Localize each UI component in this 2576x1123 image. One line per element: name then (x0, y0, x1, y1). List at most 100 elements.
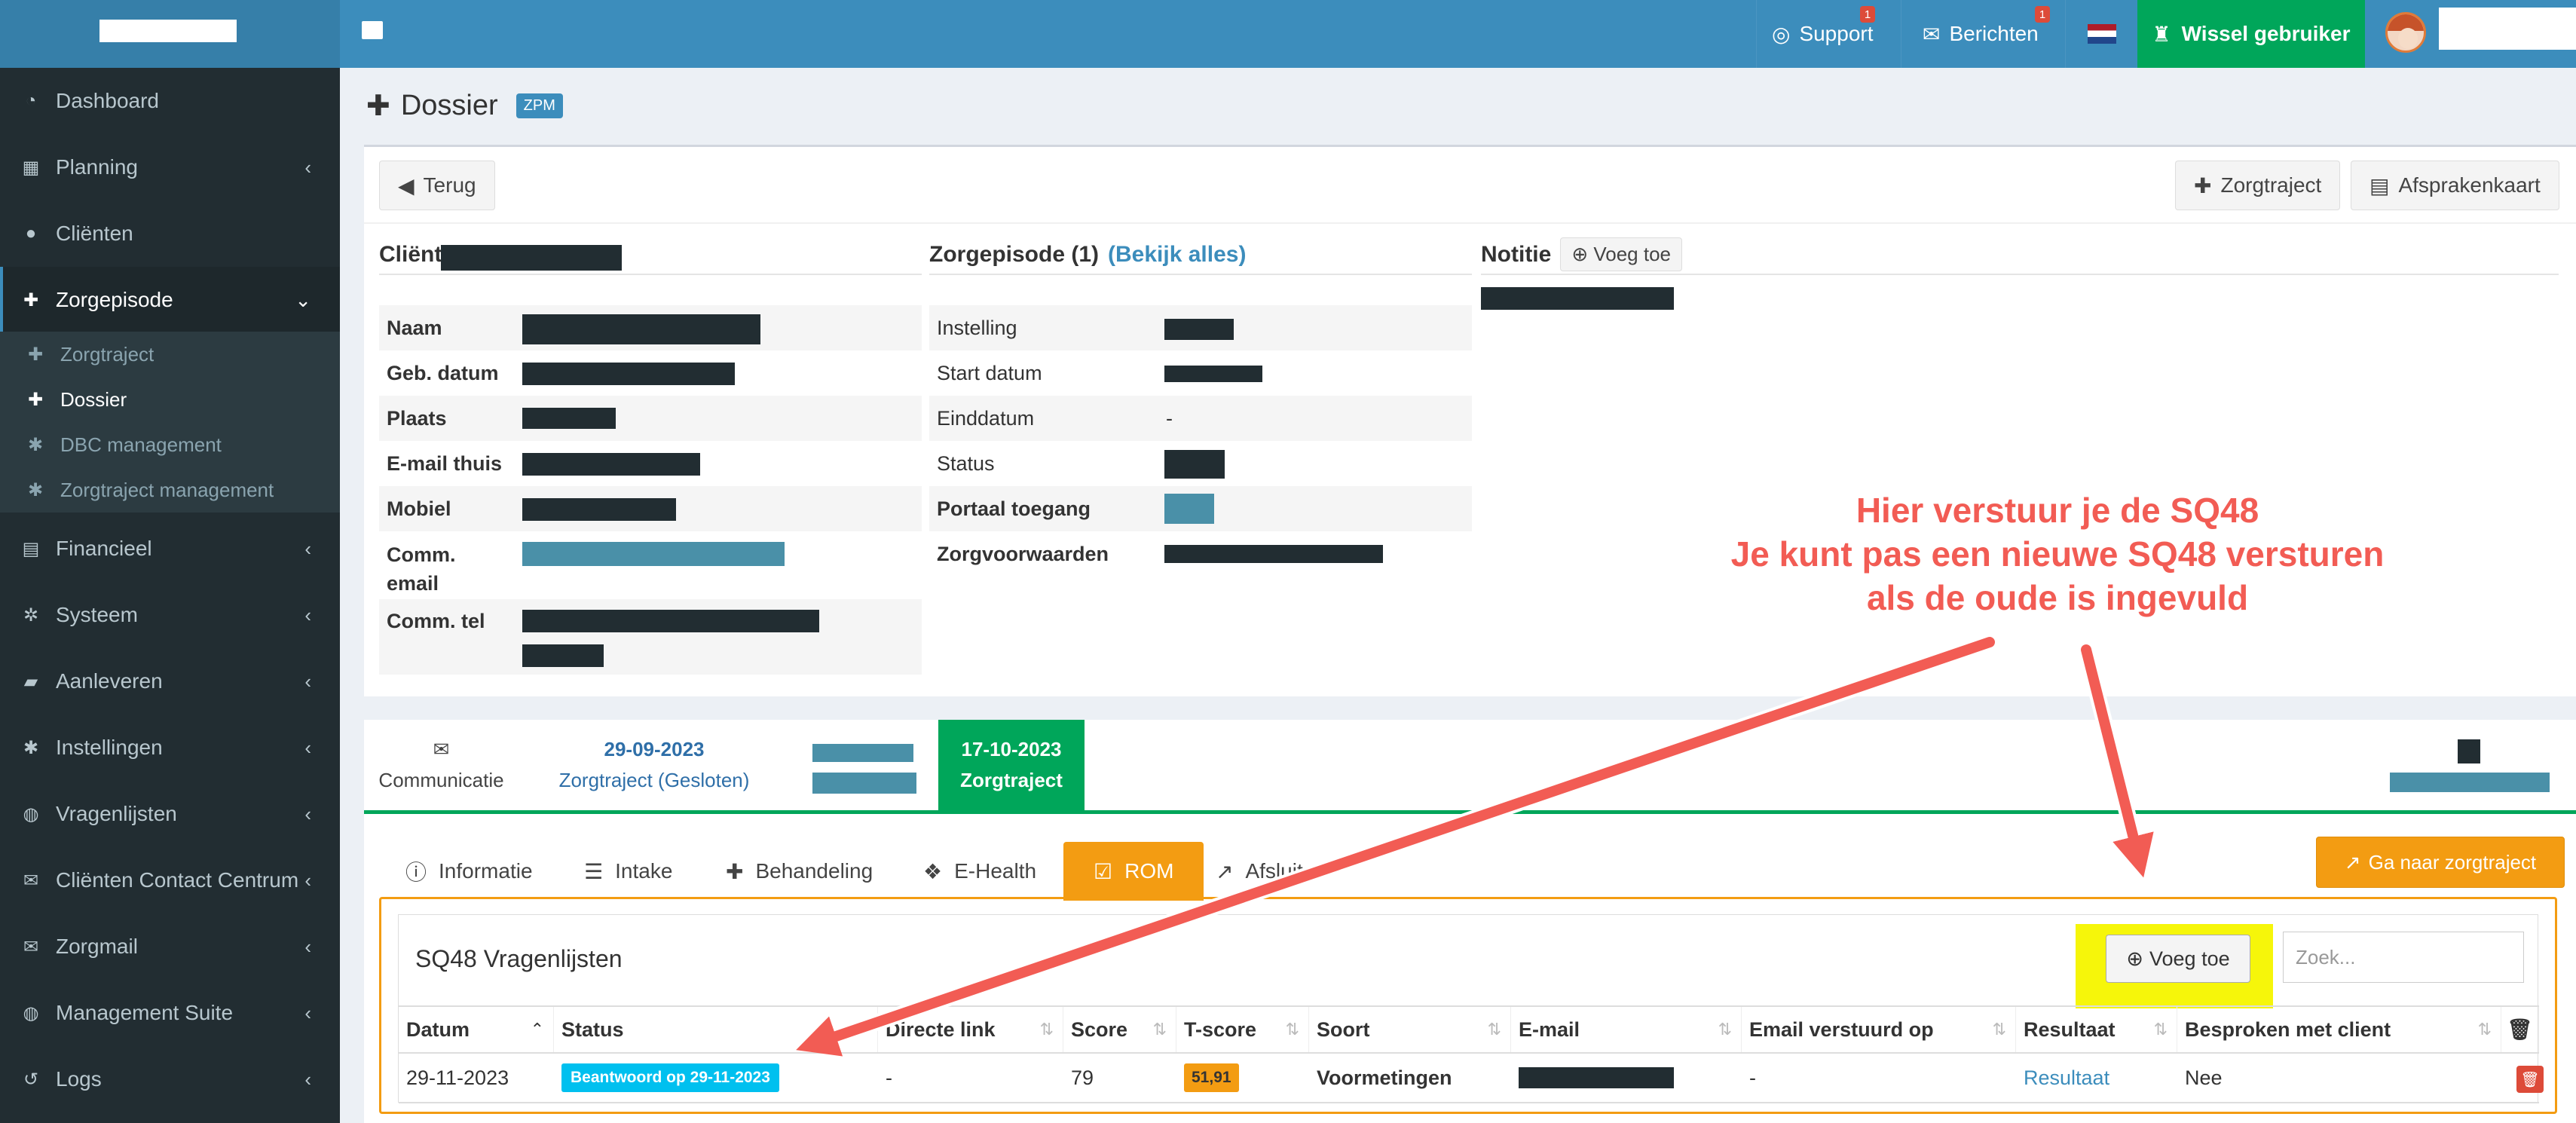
sort-icon: ⇅ (1039, 1020, 1054, 1039)
subtab-intake[interactable]: ☰ Intake (584, 842, 672, 901)
notitie-add-button[interactable]: ⊕ Voeg toe (1560, 237, 1683, 271)
afsprakenkaart-label: Afsprakenkaart (2398, 173, 2541, 197)
col-directe-link[interactable]: Directe link ⇅ (878, 1007, 1063, 1052)
sidebar-item-financieel[interactable]: ▤ Financieel ‹ (0, 516, 340, 582)
sidebar-item-clienten[interactable]: ● Cliënten (0, 200, 340, 267)
back-button[interactable]: ◀ Terug (379, 161, 495, 210)
sidebar-item-vragenlijsten[interactable]: ◍ Vragenlijsten ‹ (0, 781, 340, 847)
support-menu[interactable]: ◎ Support 1 (1756, 0, 1877, 68)
subtab-behandeling[interactable]: ✚ Behandeling (726, 842, 873, 901)
wissel-gebruiker-button[interactable]: ♜ Wissel gebruiker (2137, 0, 2365, 68)
tab-communicatie[interactable]: ✉ Communicatie (378, 720, 503, 810)
zpm-badge: ZPM (516, 93, 563, 118)
subtab-rom[interactable]: ☑ ROM (1063, 842, 1204, 901)
sidebar-item-dashboard[interactable]: ◔ Dashboard (0, 68, 340, 134)
col-datum[interactable]: Datum ⌃ (399, 1007, 554, 1052)
col-label: Status (561, 1017, 624, 1041)
tab-redacted (2390, 773, 2550, 792)
episode-row-zorgvoorwaarden: Zorgvoorwaarden (929, 531, 1472, 577)
search-input[interactable]: Zoek... (2283, 932, 2524, 983)
berichten-badge: 1 (2035, 6, 2050, 23)
redacted-value (522, 363, 735, 385)
sidebar-subitem-dbc-management[interactable]: ✱ DBC management (0, 422, 340, 467)
dashboard-icon: ◔ (25, 90, 37, 111)
episode-row-einddatum: Einddatum - (929, 396, 1472, 441)
sidebar-item-label: Vragenlijsten (56, 802, 177, 825)
delete-row-button[interactable]: 🗑 (2516, 1066, 2544, 1093)
sidebar-item-clienten-contact-centrum[interactable]: ✉ Cliënten Contact Centrum ‹ (0, 847, 340, 913)
sidebar-item-zorgmail[interactable]: ✉ Zorgmail ‹ (0, 913, 340, 980)
redacted-value (1164, 450, 1225, 479)
subtab-informatie[interactable]: ⓘ Informatie (405, 842, 533, 901)
col-email-verstuurd[interactable]: Email verstuurd op ⇅ (1742, 1007, 2016, 1052)
resultaat-link[interactable]: Resultaat (2024, 1066, 2109, 1090)
cell-text: - (1749, 1066, 1756, 1089)
sidebar-item-label: Dashboard (56, 89, 159, 112)
globe-icon: ◍ (23, 1002, 39, 1024)
subtab-label: ROM (1124, 859, 1174, 883)
sidebar-subitem-zorgtraject[interactable]: ✚ Zorgtraject (0, 332, 340, 377)
cogs-icon: ✲ (23, 604, 39, 626)
avatar[interactable] (2385, 12, 2426, 53)
col-soort[interactable]: Soort ⇅ (1309, 1007, 1511, 1052)
subtab-afsluiten[interactable]: ↗ Afsluiten (1216, 842, 1326, 901)
col-resultaat[interactable]: Resultaat ⇅ (2016, 1007, 2177, 1052)
field-label: Plaats (387, 406, 447, 430)
sq48-title: SQ48 Vragenlijsten (415, 945, 623, 972)
sidebar-item-label: Systeem (56, 603, 138, 626)
col-label: Besproken met client (2185, 1017, 2391, 1041)
sidebar-item-label: Zorgepisode (56, 288, 173, 311)
user-name-redacted[interactable] (2439, 8, 2576, 50)
col-status[interactable]: Status ⇅ (554, 1007, 878, 1052)
tab-underline (364, 810, 2576, 814)
client-row-naam: Naam (379, 305, 922, 350)
notitie-heading: Notitie ⊕ Voeg toe (1481, 237, 1683, 271)
cubes-icon: ❖ (923, 859, 943, 883)
sidebar-subitem-dossier[interactable]: ✚ Dossier (0, 377, 340, 422)
sidebar-item-logs[interactable]: ↺ Logs ‹ (0, 1046, 340, 1112)
sq48-add-label: Voeg toe (2149, 947, 2230, 970)
berichten-menu[interactable]: ✉ Berichten 1 (1901, 0, 2051, 68)
bekijk-alles-link[interactable]: (Bekijk alles) (1108, 242, 1246, 268)
sidebar-subitem-zorgtraject-management[interactable]: ✱ Zorgtraject management (0, 467, 340, 513)
sidebar-item-management-suite[interactable]: ◍ Management Suite ‹ (0, 980, 340, 1046)
ga-naar-zorgtraject-button[interactable]: ↗ Ga naar zorgtraject (2316, 837, 2565, 888)
sort-icon: ⇅ (1718, 1020, 1732, 1039)
user-icon: ● (25, 223, 37, 243)
tab-zorgtraject-gesloten[interactable]: 29-09-2023 Zorgtraject (Gesloten) (552, 720, 756, 810)
sq48-add-button[interactable]: ⊕ Voeg toe (2106, 935, 2250, 983)
sidebar-item-zorgepisode[interactable]: ✚ Zorgepisode ⌄ (0, 267, 340, 333)
col-delete: 🗑 (2501, 1007, 2539, 1052)
col-tscore[interactable]: T-score ⇅ (1176, 1007, 1309, 1052)
client-row-plaats: Plaats (379, 396, 922, 441)
col-email[interactable]: E-mail ⇅ (1511, 1007, 1742, 1052)
chevron-down-icon: ⌄ (295, 288, 311, 311)
chevron-left-icon: ‹ (304, 537, 311, 560)
subtab-label: Intake (615, 859, 673, 883)
col-score[interactable]: Score ⇅ (1063, 1007, 1176, 1052)
col-besproken[interactable]: Besproken met client ⇅ (2177, 1007, 2501, 1052)
sidebar-item-aanleveren[interactable]: ▰ Aanleveren ‹ (0, 648, 340, 714)
afsprakenkaart-button[interactable]: ▤ Afsprakenkaart (2351, 161, 2559, 210)
subtab-ehealth[interactable]: ❖ E-Health (923, 842, 1036, 901)
tab-label: Zorgtraject (Gesloten) (558, 769, 750, 791)
medkit-icon: ✚ (27, 389, 44, 410)
sidebar-toggle[interactable] (362, 21, 383, 39)
sidebar-item-label: Management Suite (56, 1001, 234, 1024)
zorgtraject-button[interactable]: ✚ Zorgtraject (2175, 161, 2341, 210)
sidebar-item-planning[interactable]: ▦ Planning ‹ (0, 134, 340, 200)
logo-area[interactable] (0, 0, 340, 68)
external-link-icon: ↗ (1216, 859, 1234, 883)
cell-text: Voormetingen (1317, 1066, 1452, 1089)
envelope-icon: ✉ (23, 936, 39, 957)
tab-zorgtraject-active[interactable]: 17-10-2023 Zorgtraject (938, 720, 1085, 810)
field-label: Einddatum (937, 406, 1035, 430)
gear-icon: ✱ (23, 737, 39, 758)
section-line (379, 274, 922, 275)
language-menu[interactable] (2065, 0, 2137, 68)
sort-asc-icon: ⌃ (530, 1020, 544, 1039)
sidebar-item-label: Planning (56, 155, 138, 179)
client-name-redacted (441, 245, 622, 271)
sidebar-item-systeem[interactable]: ✲ Systeem ‹ (0, 582, 340, 648)
sidebar-item-instellingen[interactable]: ✱ Instellingen ‹ (0, 714, 340, 781)
